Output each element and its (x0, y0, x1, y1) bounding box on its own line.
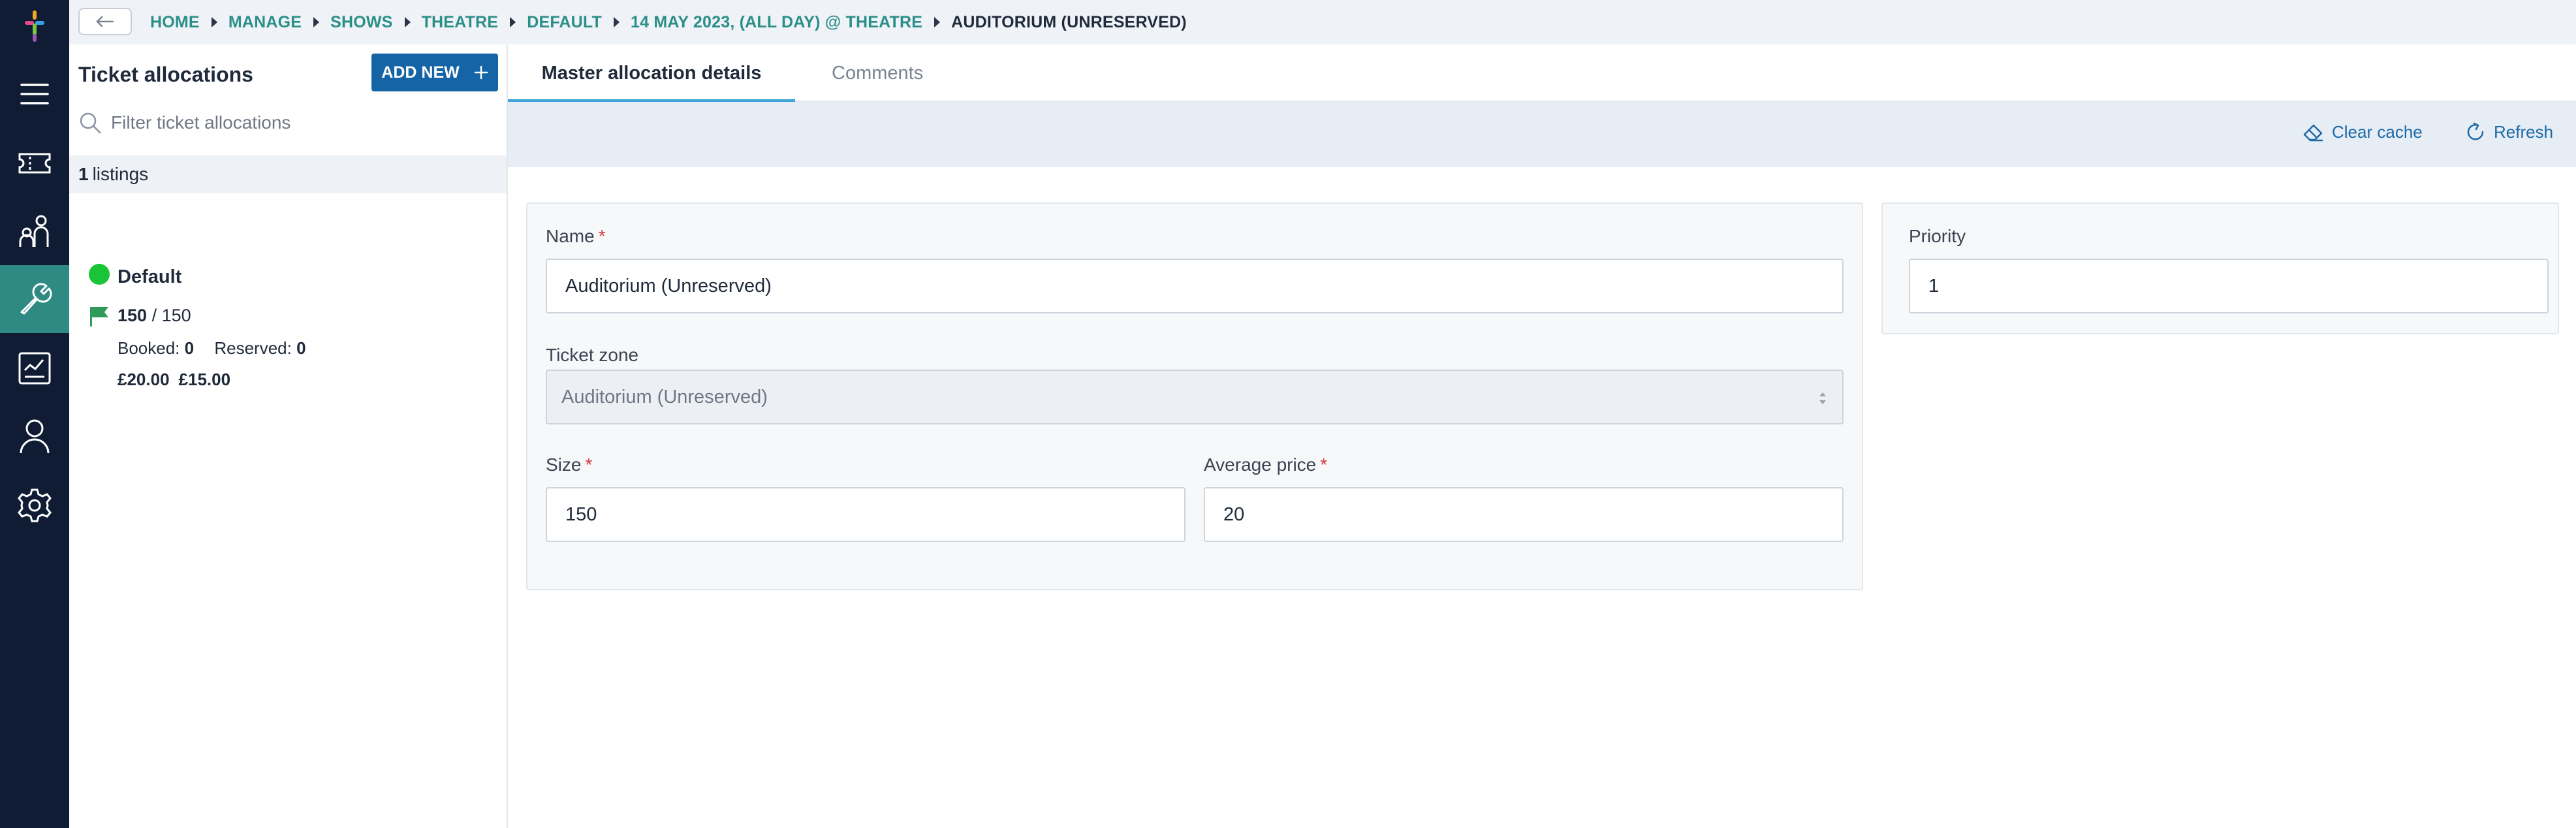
priority-label: Priority (1909, 226, 1966, 246)
size-label-text: Size (546, 454, 582, 475)
required-marker: * (1320, 454, 1328, 475)
user-queue-icon[interactable] (0, 197, 69, 265)
filter-allocations-input[interactable] (111, 112, 477, 133)
average-price-input[interactable]: 20 (1204, 487, 1844, 542)
breadcrumb-separator-icon (404, 17, 411, 27)
required-marker: * (598, 226, 606, 246)
reserved-value: 0 (296, 338, 306, 358)
clear-cache-label: Clear cache (2332, 121, 2423, 142)
ticket-icon[interactable] (0, 129, 69, 197)
person-icon[interactable] (0, 402, 69, 470)
allocation-list-item[interactable]: Default 150 / 150 Booked: 0 Reserved: 0 … (69, 201, 507, 389)
add-new-button[interactable]: ADD NEW (371, 54, 498, 91)
reserved-label: Reserved: (214, 338, 292, 358)
flag-icon (90, 307, 108, 326)
breadcrumb-separator-icon (934, 17, 941, 27)
breadcrumb-default[interactable]: DEFAULT (527, 13, 602, 32)
booked-label: Booked: (118, 338, 180, 358)
required-marker: * (585, 454, 593, 475)
breadcrumb-manage[interactable]: MANAGE (228, 13, 302, 32)
breadcrumb-separator-icon (510, 17, 516, 27)
report-icon[interactable] (0, 334, 69, 402)
left-nav-rail (0, 0, 69, 828)
ticket-zone-value: Auditorium (Unreserved) (561, 386, 768, 407)
clear-cache-button[interactable]: Clear cache (2302, 121, 2423, 142)
booked-value: 0 (184, 338, 195, 358)
priority-card: Priority 1 (1881, 202, 2559, 334)
average-price-field-label: Average price * (1204, 454, 1327, 475)
panel-title: Ticket allocations (78, 63, 253, 86)
breadcrumb: HOME MANAGE SHOWS THEATRE DEFAULT 14 MAY… (150, 0, 1187, 44)
average-price-label-text: Average price (1204, 454, 1317, 475)
refresh-icon (2467, 122, 2484, 140)
listings-label: listings (92, 164, 149, 184)
allocation-capacity: 150 / 150 (118, 306, 191, 326)
size-field-label: Size * (546, 454, 592, 475)
allocation-sold: 150 (118, 306, 148, 325)
allocation-total: / 150 (151, 306, 191, 325)
price-1: £20.00 (118, 370, 170, 389)
plus-icon (474, 65, 488, 80)
breadcrumb-shows[interactable]: SHOWS (330, 13, 392, 32)
tab-comments[interactable]: Comments (832, 44, 923, 102)
add-new-label: ADD NEW (381, 63, 460, 82)
arrow-left-icon (96, 16, 114, 27)
size-input[interactable]: 150 (546, 487, 1186, 542)
refresh-label: Refresh (2494, 121, 2554, 142)
breadcrumb-separator-icon (614, 17, 620, 27)
menu-icon[interactable] (0, 60, 69, 128)
ticket-zone-label: Ticket zone (546, 345, 639, 365)
filter-bar (69, 102, 507, 144)
action-toolbar: Clear cache Refresh (508, 102, 2576, 167)
search-icon (80, 112, 101, 134)
allocation-prices: £20.00 £15.00 (118, 370, 240, 390)
brand-logo-icon[interactable] (24, 9, 46, 46)
name-input[interactable]: Auditorium (Unreserved) (546, 259, 1844, 313)
detail-tabs: Master allocation details Comments (508, 44, 2576, 103)
refresh-button[interactable]: Refresh (2465, 121, 2553, 142)
allocation-booking-stats: Booked: 0 Reserved: 0 (118, 338, 322, 358)
breadcrumb-home[interactable]: HOME (150, 13, 200, 32)
listings-number: 1 (78, 164, 89, 184)
listings-count: 1 listings (69, 155, 507, 193)
select-arrows-icon (1819, 392, 1826, 404)
eraser-icon (2303, 124, 2323, 142)
breadcrumb-current: AUDITORIUM (UNRESERVED) (951, 12, 1187, 31)
breadcrumb-theatre[interactable]: THEATRE (422, 13, 499, 32)
name-label-text: Name (546, 226, 595, 246)
wrench-icon[interactable] (0, 265, 69, 333)
breadcrumb-separator-icon (211, 17, 217, 27)
allocation-form-card: Name * Auditorium (Unreserved) Ticket zon… (526, 202, 1863, 590)
ticket-allocations-panel: Ticket allocations ADD NEW 1 listings De… (69, 44, 508, 828)
allocation-name: Default (118, 266, 182, 287)
gear-icon[interactable] (0, 471, 69, 539)
breadcrumb-event[interactable]: 14 MAY 2023, (ALL DAY) @ THEATRE (631, 13, 922, 32)
back-button[interactable] (78, 8, 132, 35)
price-2: £15.00 (178, 370, 231, 389)
ticket-zone-select: Auditorium (Unreserved) (546, 370, 1844, 424)
breadcrumb-separator-icon (313, 17, 320, 27)
status-dot-icon (89, 264, 110, 285)
priority-input[interactable]: 1 (1909, 259, 2549, 313)
tab-master-allocation-details[interactable]: Master allocation details (508, 44, 795, 103)
name-field-label: Name * (546, 226, 606, 247)
top-bar: HOME MANAGE SHOWS THEATRE DEFAULT 14 MAY… (69, 0, 2576, 44)
